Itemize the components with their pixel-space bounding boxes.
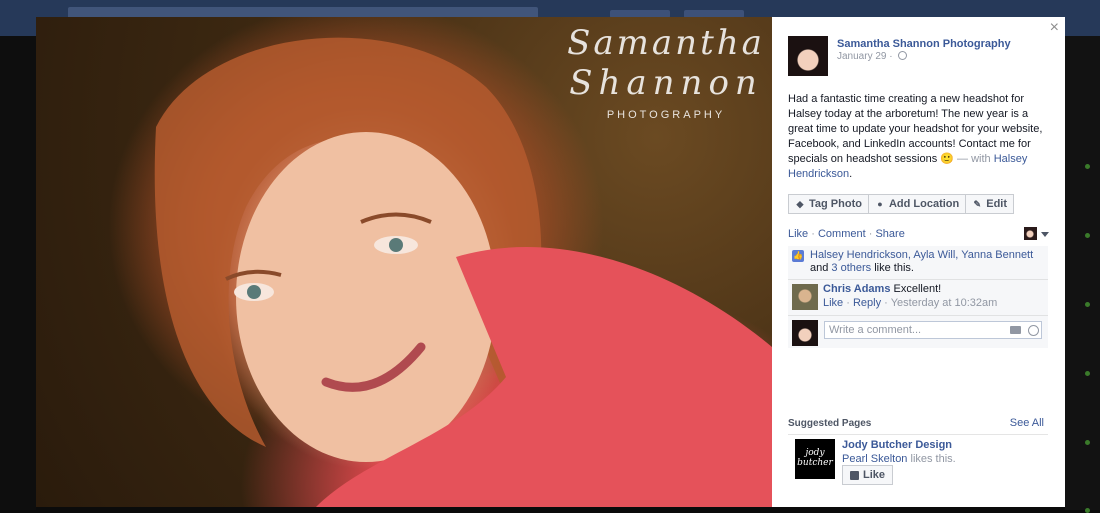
close-icon[interactable]: × (1050, 19, 1059, 37)
commenter-avatar[interactable] (792, 284, 818, 310)
globe-icon[interactable] (898, 51, 908, 60)
tag-photo-button[interactable]: ◆ Tag Photo (788, 194, 869, 214)
photo-side-panel: × Samantha Shannon Photography January 2… (772, 17, 1065, 507)
page-name-link[interactable]: Samantha Shannon Photography (837, 38, 1011, 50)
viewer-avatar (792, 320, 818, 346)
share-link[interactable]: Share (875, 228, 904, 240)
comment-author-link[interactable]: Chris Adams (823, 283, 890, 295)
suggested-page-name[interactable]: Jody Butcher Design (842, 439, 952, 451)
watermark-last-name: Shannon (569, 63, 763, 103)
pencil-icon: ✎ (973, 198, 982, 209)
thumbs-up-icon: 👍 (792, 250, 804, 262)
ufi-links: Like · Comment · Share (788, 228, 905, 240)
suggested-pages-title: Suggested Pages (788, 418, 872, 429)
post-meta: January 29 · (837, 51, 908, 62)
photographer-watermark: Samantha Shannon PHOTOGRAPHY (556, 23, 772, 121)
comment-like-link[interactable]: Like (823, 297, 843, 309)
comment-item: Chris Adams Excellent! Like · Reply · Ye… (788, 280, 1048, 316)
liker-link[interactable]: Pearl Skelton (842, 453, 907, 465)
suggested-page-liker: Pearl Skelton likes this. (842, 453, 956, 465)
add-location-button[interactable]: ● Add Location (867, 194, 967, 214)
chevron-down-icon (1041, 232, 1049, 237)
photo-actions: ◆ Tag Photo ● Add Location ✎ Edit (788, 194, 1015, 214)
suggested-page-logo[interactable]: jody butcher (795, 439, 835, 479)
location-pin-icon: ● (877, 199, 883, 209)
watermark-first-name: Samantha (567, 23, 765, 63)
logo-text-line1: jody (805, 448, 825, 458)
divider (788, 434, 1048, 435)
comment-timestamp[interactable]: Yesterday at 10:32am (891, 297, 998, 309)
page-avatar[interactable] (788, 36, 828, 76)
post-date[interactable]: January 29 (837, 51, 886, 62)
viewer-avatar (1024, 227, 1037, 240)
post-as-selector[interactable] (1024, 227, 1050, 241)
comment-meta: Like · Reply · Yesterday at 10:32am (823, 297, 998, 309)
edit-button[interactable]: ✎ Edit (965, 194, 1015, 214)
comment-text: Excellent! (893, 283, 942, 295)
write-comment-row (788, 316, 1048, 348)
with-prefix: — with (953, 153, 994, 165)
watermark-photography: PHOTOGRAPHY (606, 109, 726, 121)
emoji-picker-icon[interactable] (1028, 325, 1039, 336)
likes-sentence: 👍 Halsey Hendrickson, Ayla Will, Yanna B… (788, 246, 1048, 280)
tag-icon: ◆ (796, 198, 804, 209)
likers-link[interactable]: Halsey Hendrickson, Ayla Will, Yanna Ben… (810, 249, 1033, 261)
camera-icon[interactable] (1010, 326, 1021, 334)
thumbs-up-icon (850, 470, 859, 480)
others-link[interactable]: 3 others (831, 262, 871, 274)
post-period: . (849, 168, 853, 180)
comment-reply-link[interactable]: Reply (853, 297, 881, 309)
smile-emoji-icon: 🙂 (940, 153, 954, 165)
suggested-page-like-button[interactable]: Like (842, 465, 894, 485)
background-left-column (0, 36, 36, 510)
comment-body: Chris Adams Excellent! (823, 283, 1048, 295)
like-link[interactable]: Like (788, 228, 808, 240)
photo-viewer[interactable]: Samantha Shannon PHOTOGRAPHY (36, 17, 772, 507)
post-text: Had a fantastic time creating a new head… (788, 92, 1052, 182)
comment-link[interactable]: Comment (818, 228, 866, 240)
background-chat-sidebar (1065, 36, 1100, 513)
logo-text-line2: butcher (797, 458, 833, 468)
feedback-box: 👍 Halsey Hendrickson, Ayla Will, Yanna B… (788, 246, 1048, 348)
see-all-link[interactable]: See All (1010, 417, 1044, 429)
